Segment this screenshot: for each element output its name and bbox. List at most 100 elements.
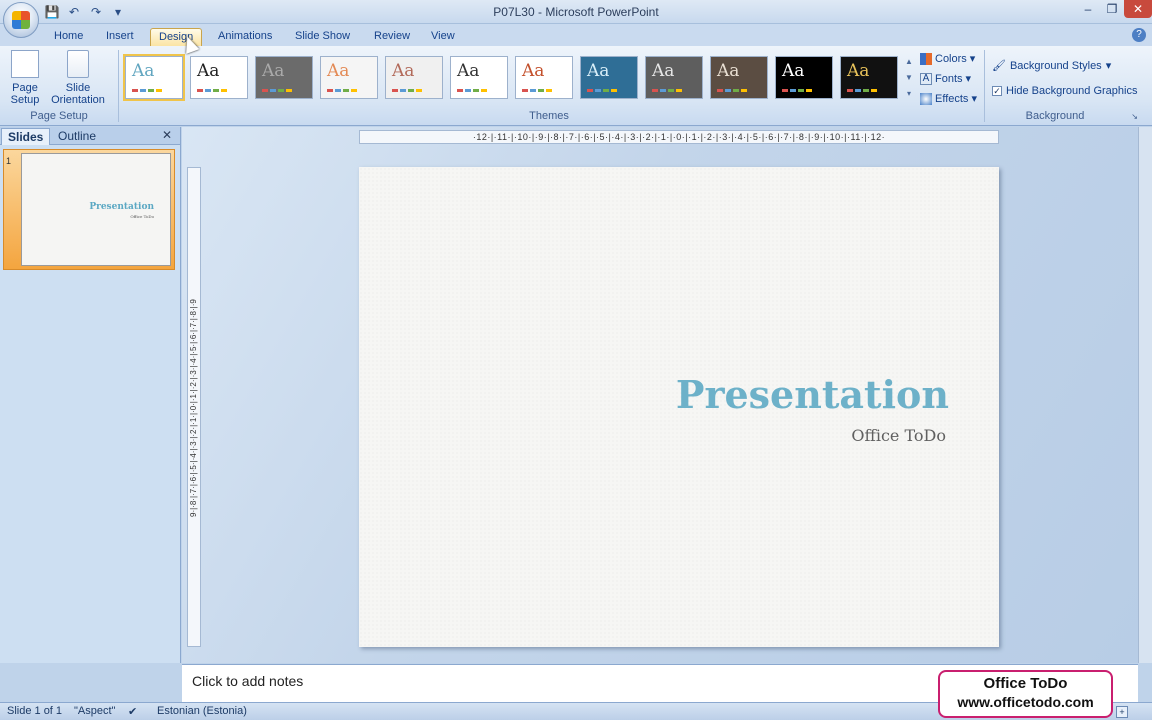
language[interactable]: Estonian (Estonia) xyxy=(157,705,247,717)
theme-color-swatches xyxy=(327,89,357,92)
thumbnail-subtitle: Office ToDo xyxy=(130,214,154,219)
page-setup-icon xyxy=(11,50,39,78)
theme-sample-text: Aa xyxy=(327,61,350,81)
slide-orientation-label: Slide Orientation xyxy=(51,82,105,106)
theme-thumbnail[interactable]: Aa xyxy=(840,56,898,99)
watermark-line1: Office ToDo xyxy=(983,675,1068,692)
theme-sample-text: Aa xyxy=(522,61,545,81)
tab-outline[interactable]: Outline xyxy=(52,128,102,145)
tab-review[interactable]: Review xyxy=(366,28,418,46)
slide-count: Slide 1 of 1 xyxy=(7,705,63,717)
office-logo-icon xyxy=(12,11,30,29)
theme-color-swatches xyxy=(132,89,162,92)
tab-view[interactable]: View xyxy=(423,28,463,46)
slide-title[interactable]: Presentation xyxy=(676,372,949,417)
watermark-line2: www.officetodo.com xyxy=(957,694,1094,710)
close-icon[interactable]: ✕ xyxy=(1124,0,1152,18)
window-controls: – ❐ ✕ xyxy=(1076,0,1152,18)
effects-button[interactable]: Effects ▾ xyxy=(920,92,977,105)
theme-sample-text: Aa xyxy=(132,61,155,81)
theme-sample-text: Aa xyxy=(652,61,675,81)
help-icon[interactable]: ? xyxy=(1132,28,1146,42)
theme-thumbnail[interactable]: Aa xyxy=(645,56,703,99)
theme-thumbnail[interactable]: Aa xyxy=(775,56,833,99)
ribbon: Page Setup Slide Orientation Page Setup … xyxy=(0,46,1152,126)
slide-editing-area: ·12·|·11·|·10·|·9·|·8·|·7·|·6·|·5·|·4·|·… xyxy=(182,127,1138,663)
tab-insert[interactable]: Insert xyxy=(98,28,142,46)
background-styles-button[interactable]: 🖌 Background Styles ▾ xyxy=(992,59,1112,73)
slide-number: 1 xyxy=(6,156,12,166)
background-styles-icon: 🖌 xyxy=(992,60,1006,72)
dialog-launcher-icon[interactable]: ↘ xyxy=(1131,112,1138,121)
spell-check-icon[interactable]: ✔ xyxy=(128,705,137,718)
theme-color-swatches xyxy=(717,89,747,92)
minimize-icon[interactable]: – xyxy=(1076,0,1100,18)
fonts-button[interactable]: A Fonts ▾ xyxy=(920,72,971,85)
dropdown-arrow-icon: ▾ xyxy=(969,53,976,65)
dropdown-arrow-icon: ▾ xyxy=(1105,60,1112,72)
theme-thumbnail[interactable]: Aa xyxy=(123,54,185,101)
hide-background-graphics[interactable]: ✓ Hide Background Graphics xyxy=(992,85,1137,97)
themes-scroll[interactable]: ▲ ▼ ▾ xyxy=(904,54,914,102)
hide-background-label: Hide Background Graphics xyxy=(1006,85,1138,97)
notes-placeholder[interactable]: Click to add notes xyxy=(192,673,303,689)
effects-label: Effects xyxy=(935,92,969,105)
slide-thumbnail-1[interactable]: 1 Presentation Office ToDo xyxy=(3,149,175,270)
theme-thumbnail[interactable]: Aa xyxy=(515,56,573,99)
theme-thumbnail[interactable]: Aa xyxy=(450,56,508,99)
thumbnail-title: Presentation xyxy=(89,202,154,212)
page-setup-group-label: Page Setup xyxy=(30,110,88,122)
theme-sample-text: Aa xyxy=(262,61,285,81)
slides-pane: Slides Outline ✕ 1 Presentation Office T… xyxy=(0,127,181,663)
background-styles-label: Background Styles xyxy=(1009,59,1102,72)
slide-canvas[interactable]: Presentation Office ToDo xyxy=(359,167,999,647)
vertical-ruler-scale: 9·|·8·|·7·|·6·|·5·|·4·|·3·|·2·|·1·|·0·|·… xyxy=(189,299,198,517)
theme-color-swatches xyxy=(782,89,812,92)
restore-icon[interactable]: ❐ xyxy=(1100,0,1124,18)
theme-sample-text: Aa xyxy=(847,61,870,81)
theme-color-swatches xyxy=(197,89,227,92)
fonts-label: Fonts xyxy=(935,72,963,85)
theme-color-swatches xyxy=(522,89,552,92)
office-button[interactable] xyxy=(3,2,39,38)
theme-sample-text: Aa xyxy=(197,61,220,81)
theme-thumbnail[interactable]: Aa xyxy=(190,56,248,99)
window-title: P07L30 - Microsoft PowerPoint xyxy=(493,5,659,19)
dropdown-arrow-icon: ▾ xyxy=(971,93,977,105)
tab-slide-show[interactable]: Slide Show xyxy=(287,28,358,46)
zoom-in-icon[interactable]: + xyxy=(1116,706,1128,718)
ribbon-tabs: Home Insert Design Animations Slide Show… xyxy=(0,24,1152,46)
colors-button[interactable]: Colors ▾ xyxy=(920,52,975,65)
theme-thumbnail[interactable]: Aa xyxy=(580,56,638,99)
theme-thumbnail[interactable]: Aa xyxy=(255,56,313,99)
fonts-icon: A xyxy=(920,72,932,85)
theme-color-swatches xyxy=(652,89,682,92)
theme-thumbnail[interactable]: Aa xyxy=(710,56,768,99)
theme-color-swatches xyxy=(392,89,422,92)
hide-background-checkbox[interactable]: ✓ xyxy=(992,86,1002,96)
page-setup-label: Page Setup xyxy=(10,82,40,106)
close-icon[interactable]: ✕ xyxy=(162,128,172,142)
vertical-scrollbar[interactable] xyxy=(1138,127,1152,663)
theme-name: "Aspect" xyxy=(74,705,116,717)
theme-color-swatches xyxy=(847,89,877,92)
theme-thumbnail[interactable]: Aa xyxy=(320,56,378,99)
tab-animations[interactable]: Animations xyxy=(210,28,280,46)
slide-subtitle[interactable]: Office ToDo xyxy=(851,426,946,445)
theme-sample-text: Aa xyxy=(587,61,610,81)
slide-thumbnail-preview: Presentation Office ToDo xyxy=(21,153,171,266)
dropdown-arrow-icon: ▾ xyxy=(965,73,972,85)
theme-sample-text: Aa xyxy=(717,61,740,81)
slide-orientation-icon xyxy=(67,50,89,78)
themes-group-label: Themes xyxy=(529,110,569,122)
theme-sample-text: Aa xyxy=(457,61,480,81)
slide-orientation-button[interactable]: Slide Orientation xyxy=(46,50,110,106)
theme-sample-text: Aa xyxy=(782,61,805,81)
theme-color-swatches xyxy=(587,89,617,92)
theme-color-swatches xyxy=(262,89,292,92)
tab-slides[interactable]: Slides xyxy=(1,128,51,145)
theme-thumbnail[interactable]: Aa xyxy=(385,56,443,99)
title-bar: 💾 ↶ ↷ ▾ P07L30 - Microsoft PowerPoint – … xyxy=(0,0,1152,24)
tab-home[interactable]: Home xyxy=(46,28,91,46)
page-setup-button[interactable]: Page Setup xyxy=(6,50,44,106)
